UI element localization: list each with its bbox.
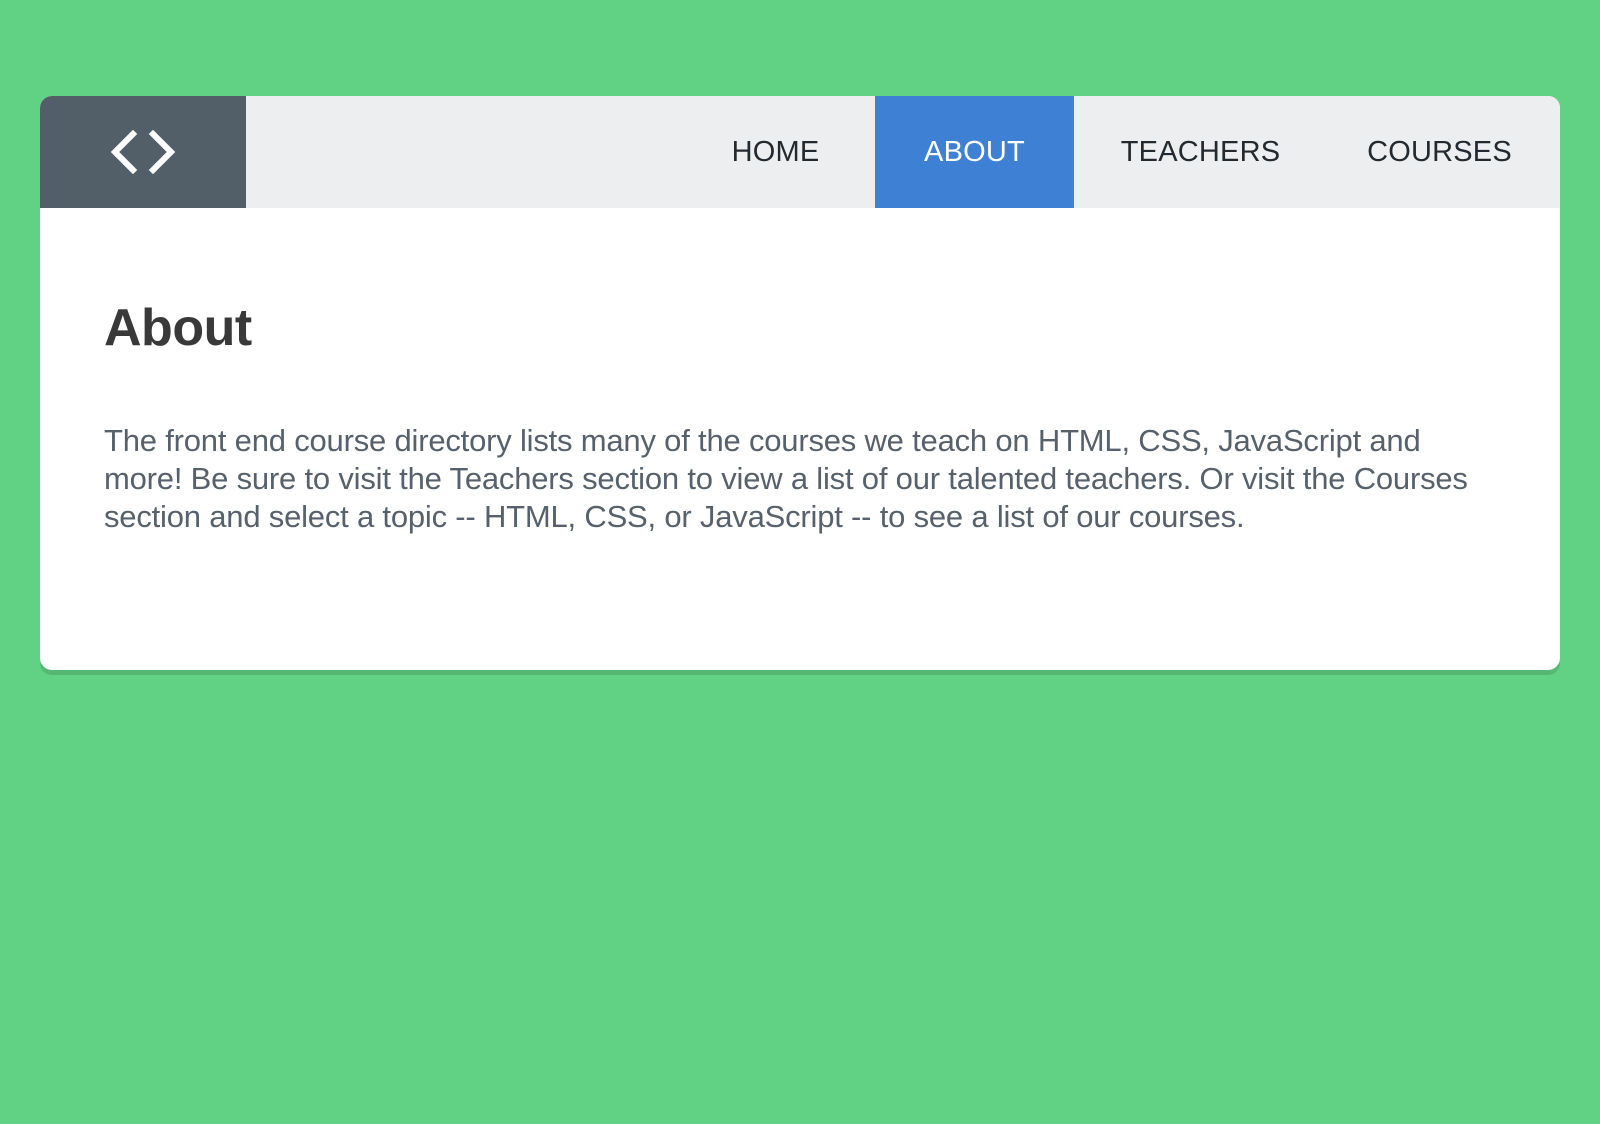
site-logo[interactable] — [40, 96, 246, 208]
site-header: HOME ABOUT TEACHERS COURSES — [40, 96, 1560, 208]
page-card: HOME ABOUT TEACHERS COURSES About The fr… — [40, 96, 1560, 670]
main-nav: HOME ABOUT TEACHERS COURSES — [676, 96, 1560, 208]
nav-about-link[interactable]: ABOUT — [875, 96, 1074, 208]
nav-teachers-link[interactable]: TEACHERS — [1074, 96, 1327, 208]
code-brackets-icon — [109, 130, 177, 174]
nav-home-link[interactable]: HOME — [676, 96, 875, 208]
nav-courses-link[interactable]: COURSES — [1327, 96, 1560, 208]
page-title: About — [104, 299, 252, 357]
page-description: The front end course directory lists man… — [104, 423, 1468, 534]
